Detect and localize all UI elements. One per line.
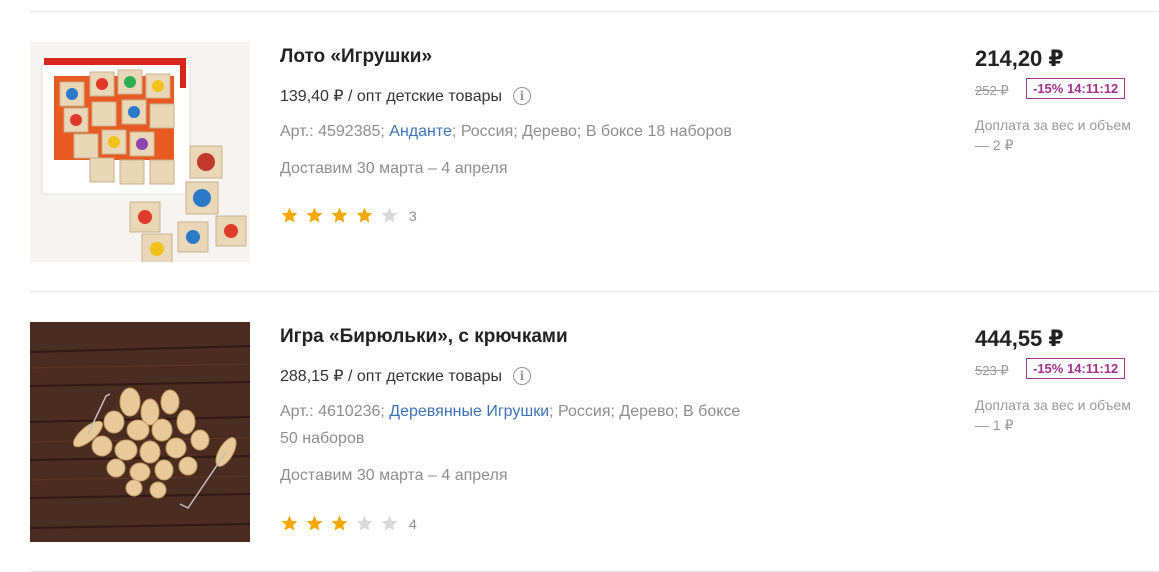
star-empty-icon [356, 515, 373, 531]
wholesale-price-text: 139,40 ₽ / опт детские товары [280, 88, 503, 105]
star-filled-icon [331, 207, 348, 223]
brand-link[interactable]: Анданте [389, 123, 452, 140]
star-filled-icon [281, 515, 298, 531]
rating-stars [280, 514, 405, 533]
rating[interactable]: 4 [280, 514, 417, 533]
product-title[interactable]: Лото «Игрушки» [280, 46, 432, 68]
delivery-dates: Доставим 30 марта – 4 апреля [280, 160, 508, 177]
info-icon[interactable]: i [513, 367, 532, 385]
star-empty-icon [381, 207, 398, 223]
wholesale-price: 139,40 ₽ / опт детские товары i [280, 86, 532, 106]
divider-top [30, 11, 1159, 12]
rating-count[interactable]: 4 [409, 516, 417, 532]
rating[interactable]: 3 [280, 206, 417, 225]
info-icon[interactable]: i [513, 87, 532, 105]
wooden-biryulki-image [30, 322, 250, 542]
product-attributes: ; Россия; Дерево; В боксе 18 наборов [451, 123, 732, 140]
wholesale-price: 288,15 ₽ / опт детские товары i [280, 366, 532, 386]
article-number: Арт.: 4610236; [280, 403, 390, 420]
star-filled-icon [281, 207, 298, 223]
current-price: 214,20 ₽ [975, 46, 1064, 71]
wholesale-price-text: 288,15 ₽ / опт детские товары [280, 368, 503, 385]
article-number: Арт.: 4592385; [280, 123, 390, 140]
star-filled-icon [306, 207, 323, 223]
product-title[interactable]: Игра «Бирюльки», с крючками [280, 326, 568, 348]
discount-timer-badge: -15% 14:11:12 [1026, 78, 1126, 99]
current-price: 444,55 ₽ [975, 326, 1064, 351]
discount-timer-badge: -15% 14:11:12 [1026, 358, 1126, 379]
rating-count[interactable]: 3 [409, 208, 417, 224]
old-price: 252 ₽ [975, 83, 1009, 98]
old-price: 523 ₽ [975, 363, 1009, 378]
product-image[interactable] [30, 322, 250, 542]
star-filled-icon [356, 207, 373, 223]
wooden-lotto-cards-image [30, 42, 250, 262]
brand-link[interactable]: Деревянные Игрушки [389, 403, 549, 420]
product-image[interactable] [30, 42, 250, 262]
star-filled-icon [306, 515, 323, 531]
weight-surcharge: Доплата за вес и объем — 2 ₽ [975, 117, 1131, 153]
rating-stars [280, 206, 405, 225]
delivery-dates: Доставим 30 марта – 4 апреля [280, 467, 508, 484]
product-meta: Арт.: 4610236; Деревянные Игрушки; Росси… [280, 398, 750, 452]
weight-surcharge: Доплата за вес и объем — 1 ₽ [975, 397, 1131, 433]
divider-middle [30, 291, 1159, 292]
star-filled-icon [331, 515, 348, 531]
product-meta: Арт.: 4592385; Анданте; Россия; Дерево; … [280, 118, 840, 145]
star-empty-icon [381, 515, 398, 531]
